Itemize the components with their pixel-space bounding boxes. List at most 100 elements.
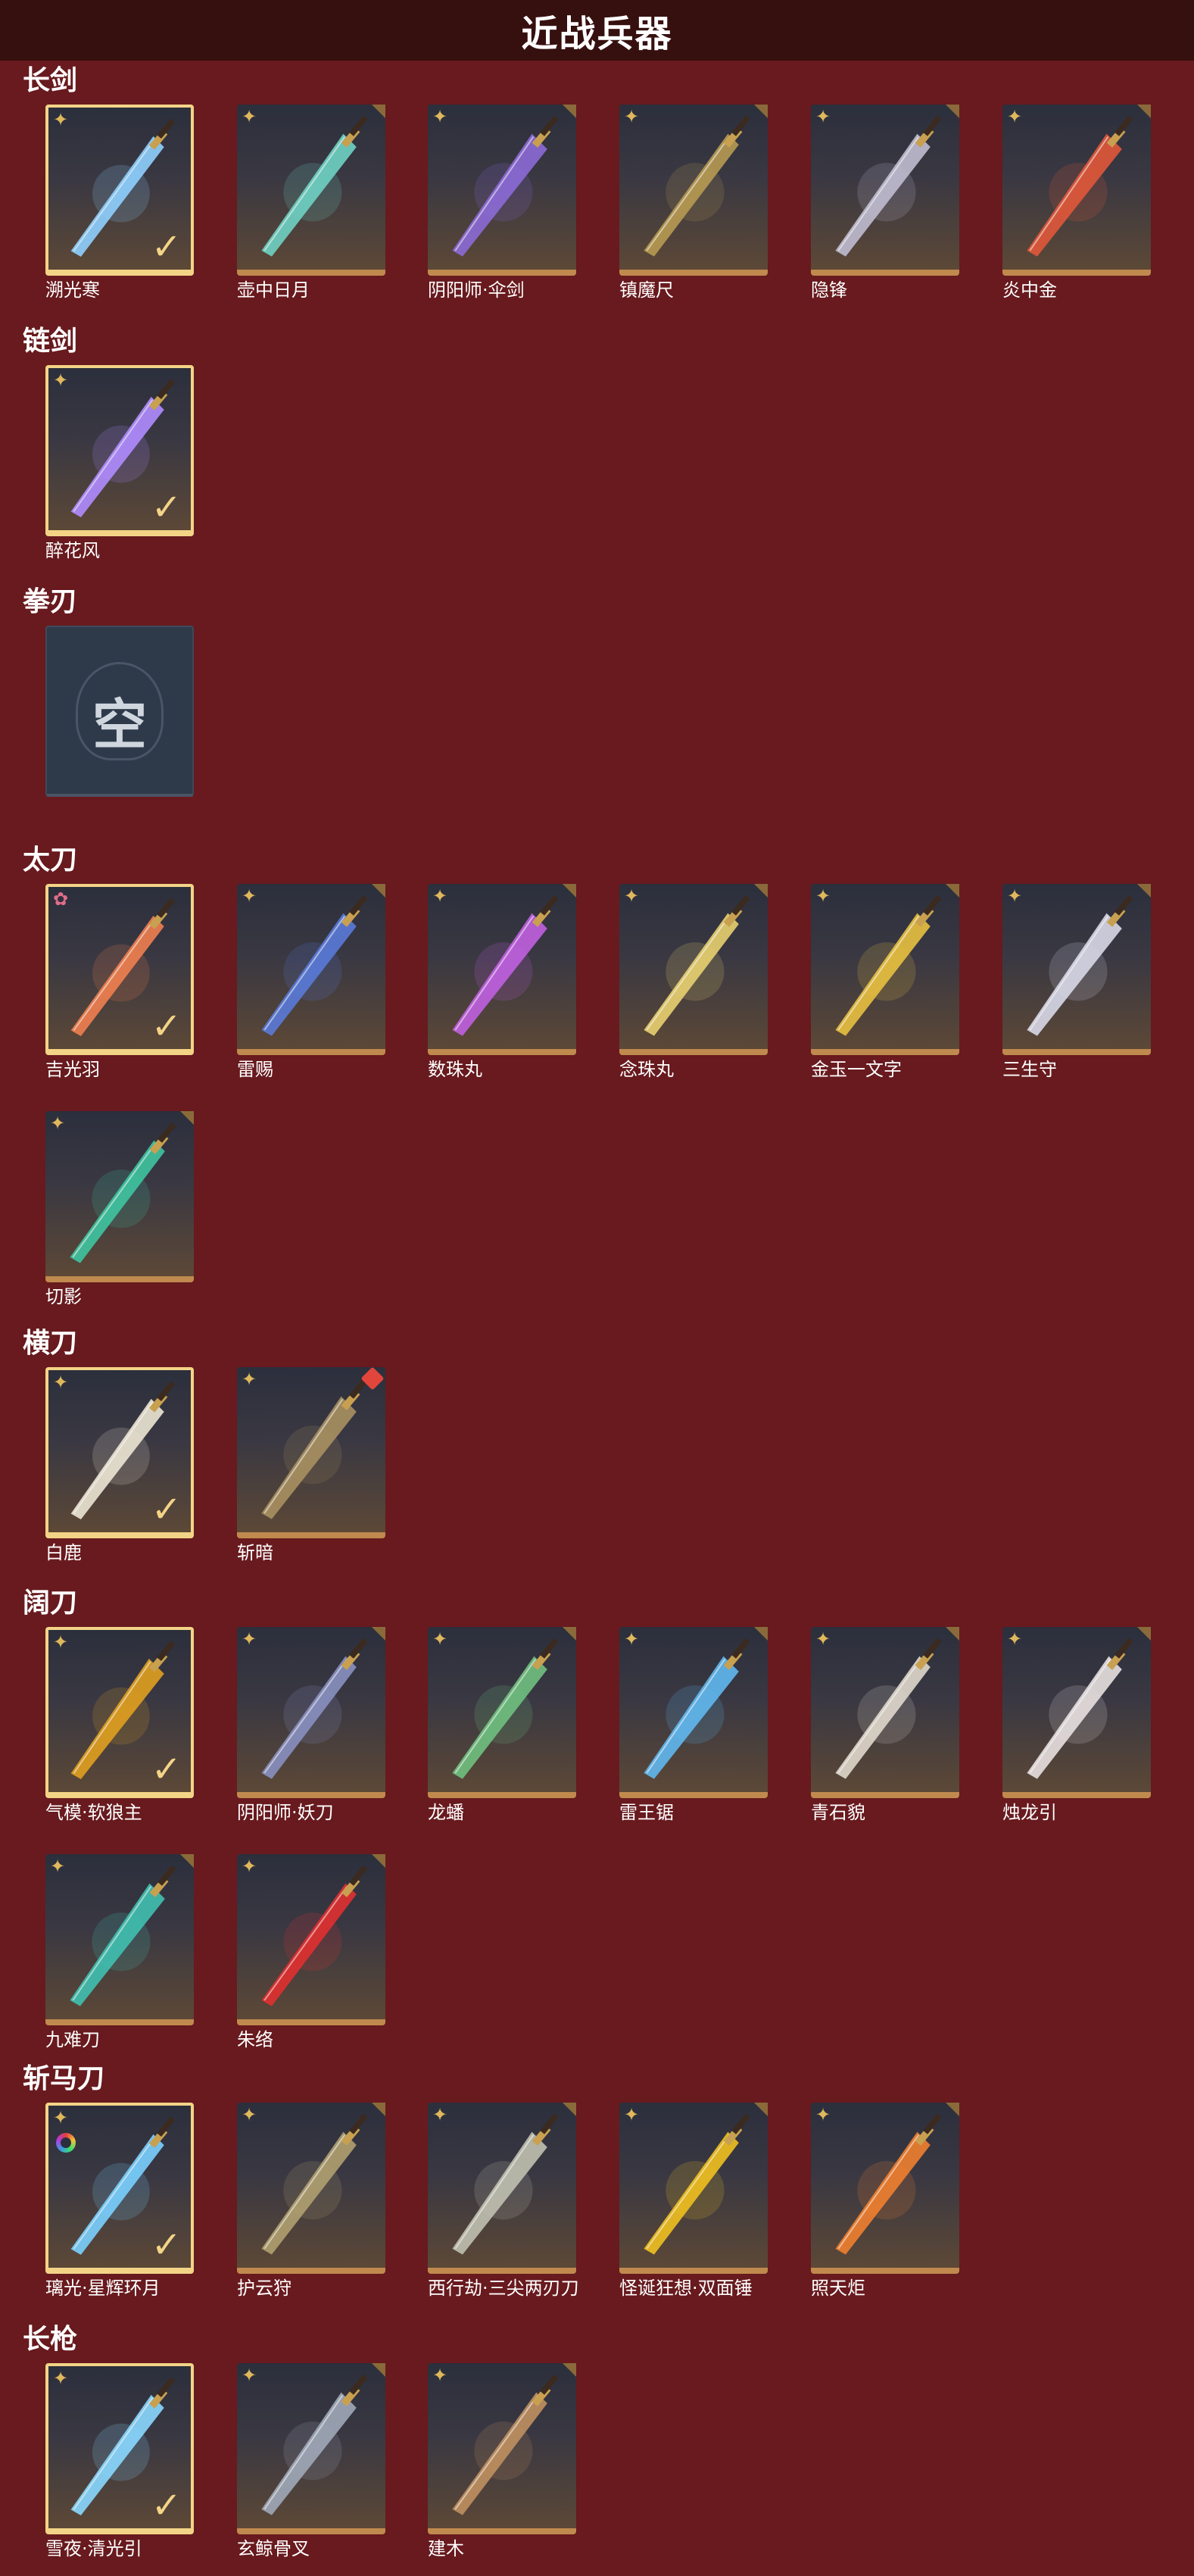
checkmark-icon: ✓ — [151, 2484, 182, 2527]
weapon-name-label: 璃光·星辉环月 — [45, 2278, 161, 2299]
gold-star-rarity-icon: ✦ — [242, 1856, 257, 1877]
corner-marker-icon — [1137, 884, 1151, 898]
weapon-card[interactable]: ✦ — [1002, 1627, 1151, 1798]
corner-marker-icon — [754, 2103, 768, 2116]
white-stone-broadsword-icon — [835, 1638, 942, 1779]
weapon-name-label: 炎中金 — [1002, 279, 1057, 301]
weapon-card[interactable]: ✦ — [811, 105, 959, 276]
weapon-card[interactable]: ✦ — [237, 2363, 385, 2534]
weapon-card[interactable]: ✦ ✓ — [45, 365, 194, 536]
rainbow-ring-icon — [56, 2133, 76, 2153]
weapon-card[interactable]: ✦ — [45, 1111, 194, 1282]
weapon-card[interactable]: ✦ ✓ — [45, 1627, 194, 1798]
gold-star-rarity-icon: ✦ — [50, 1856, 66, 1877]
weapon-card[interactable]: ✦ — [237, 1854, 385, 2025]
weapon-name-label: 朱络 — [237, 2029, 273, 2050]
weapon-card[interactable]: ✦ — [237, 1366, 385, 1538]
weapon-card[interactable]: ✦ — [237, 105, 385, 276]
section-title: 太刀 — [23, 845, 78, 876]
gold-star-rarity-icon: ✦ — [432, 1628, 448, 1650]
corner-marker-icon — [372, 105, 385, 118]
corner-marker-icon — [372, 1854, 385, 1868]
weapon-card[interactable]: ✦ — [237, 884, 385, 1055]
weapon-name-label: 三生守 — [1002, 1059, 1057, 1080]
weapon-name-label: 念珠丸 — [619, 1059, 674, 1080]
weapon-card[interactable]: ✿ ✓ — [45, 884, 194, 1055]
weapon-card[interactable]: ✦ — [428, 2103, 576, 2274]
corner-marker-icon — [754, 105, 768, 118]
weapon-card[interactable]: ✦ — [237, 1627, 385, 1798]
gold-star-rarity-icon: ✦ — [1007, 1628, 1023, 1650]
toy-hammer-icon — [644, 2113, 750, 2255]
weapon-card[interactable]: ✦ — [1002, 884, 1151, 1055]
weapon-card[interactable]: ✦ — [811, 884, 959, 1055]
weapon-name-label: 醉花风 — [45, 540, 100, 561]
gold-star-rarity-icon: ✦ — [242, 1628, 257, 1650]
weapon-name-label: 阴阳师·妖刀 — [237, 1802, 334, 1823]
weapon-name-label: 雷王锯 — [619, 1802, 674, 1823]
corner-marker-icon — [180, 1854, 194, 1868]
corner-marker-icon — [563, 2103, 576, 2116]
weapon-name-label: 溯光寒 — [45, 279, 100, 301]
weapon-name-label: 壶中日月 — [237, 279, 310, 301]
weapon-name-label: 雷赐 — [237, 1059, 273, 1080]
weapon-name-label: 烛龙引 — [1002, 1802, 1057, 1823]
gold-star-rarity-icon: ✦ — [242, 2104, 257, 2125]
weapon-card[interactable]: ✦ — [428, 884, 576, 1055]
weapon-card[interactable]: ✦ ✓ — [45, 105, 194, 276]
weapon-card[interactable]: ✦ — [237, 2103, 385, 2274]
weapon-name-label: 切影 — [45, 1286, 82, 1307]
empty-weapon-slot[interactable]: 空 — [45, 626, 194, 797]
weapon-card[interactable]: ✦ ✓ — [45, 2363, 194, 2534]
gold-star-rarity-icon: ✦ — [432, 2104, 448, 2125]
corner-marker-icon — [563, 105, 576, 118]
gold-star-rarity-icon: ✦ — [53, 109, 69, 130]
gold-star-rarity-icon: ✦ — [53, 2368, 69, 2389]
weapon-card[interactable]: ✦ ✓ — [45, 1367, 194, 1538]
blue-gold-katana-icon — [261, 895, 368, 1036]
weapon-card[interactable]: ✦ — [619, 2103, 768, 2274]
checkmark-icon: ✓ — [151, 1005, 182, 1048]
green-dragon-broadsword-icon — [452, 1638, 559, 1779]
section-title: 长剑 — [23, 65, 78, 96]
trident-glaive-icon — [452, 2113, 559, 2255]
weapon-name-label: 隐锋 — [811, 279, 847, 301]
gold-star-rarity-icon: ✦ — [50, 1113, 66, 1134]
flame-sword-icon — [1027, 115, 1133, 257]
weapon-card[interactable]: ✦ — [811, 1627, 959, 1798]
corner-marker-icon — [372, 884, 385, 898]
corner-marker-icon — [180, 1111, 194, 1125]
weapon-name-label: 气模·软狼主 — [45, 1802, 142, 1823]
white-gold-katana-icon — [644, 895, 750, 1036]
weapon-card[interactable]: ✦ — [811, 2103, 959, 2274]
purple-katana-icon — [452, 895, 559, 1036]
gold-star-rarity-icon: ✦ — [53, 1372, 69, 1393]
weapon-name-label: 吉光羽 — [45, 1059, 100, 1080]
weapon-card[interactable]: ✦ — [428, 2363, 576, 2534]
green-shadow-katana-icon — [70, 1122, 176, 1263]
weapon-card[interactable]: ✦ — [619, 1627, 768, 1798]
corner-marker-icon — [372, 2103, 385, 2116]
weapon-name-label: 镇魔尺 — [619, 279, 674, 301]
corner-marker-icon — [372, 1627, 385, 1641]
slim-red-sword-icon — [835, 115, 942, 257]
flame-glaive-icon — [835, 2113, 942, 2255]
weapon-name-label: 照天炬 — [811, 2278, 865, 2299]
section-title: 斩马刀 — [23, 2063, 105, 2094]
corner-marker-icon — [563, 1627, 576, 1641]
section-title: 阔刀 — [23, 1588, 78, 1619]
white-dragon-broadsword-icon — [1027, 1638, 1133, 1779]
gold-star-rarity-icon: ✦ — [1007, 106, 1023, 127]
weapon-name-label: 数珠丸 — [428, 1059, 482, 1080]
weapon-card[interactable]: ✦ — [619, 105, 768, 276]
weapon-card[interactable]: ✦ ✓ — [45, 2103, 194, 2274]
weapon-name-label: 玄鲸骨叉 — [237, 2538, 310, 2559]
weapon-card[interactable]: ✦ — [428, 105, 576, 276]
weapon-card[interactable]: ✦ — [45, 1854, 194, 2025]
checkmark-icon: ✓ — [151, 2224, 182, 2266]
weapon-name-label: 九难刀 — [45, 2029, 100, 2050]
gold-star-rarity-icon: ✦ — [624, 1628, 640, 1650]
weapon-card[interactable]: ✦ — [1002, 105, 1151, 276]
weapon-card[interactable]: ✦ — [428, 1627, 576, 1798]
weapon-card[interactable]: ✦ — [619, 884, 768, 1055]
